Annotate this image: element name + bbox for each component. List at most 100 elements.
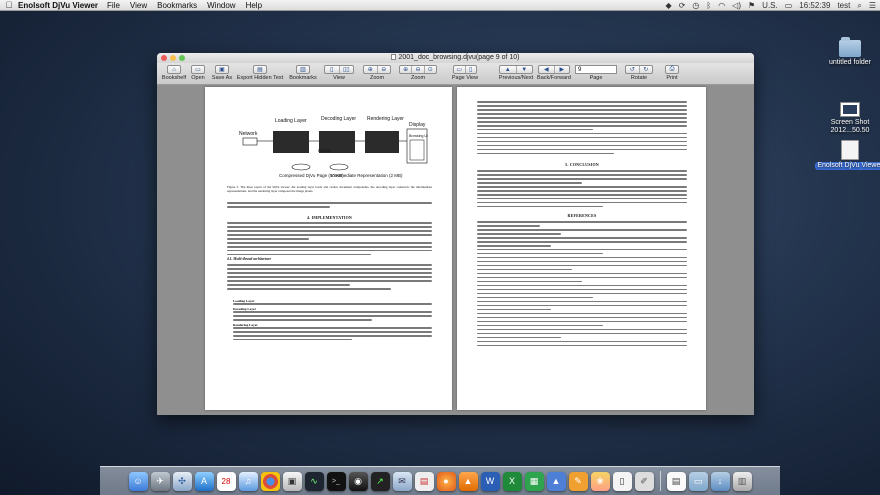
forward-icon[interactable]: ▶ [555,66,570,73]
title-bar[interactable]: 2001_doc_browsing.djvu(page 9 of 10) [157,53,754,63]
stocks-icon[interactable]: ↗ [370,472,390,491]
diagram-intermediate-label: Intermediate Representation (2 MB) [331,173,403,178]
excel-icon[interactable]: X [502,472,522,491]
dvd-icon[interactable]: ◉ [348,472,368,491]
keynote-icon[interactable]: ▲ [546,472,566,491]
finder-icon[interactable]: ☺ [128,472,148,491]
bookmarks-tool[interactable]: ▥ Bookmarks [287,65,319,81]
spotlight-icon[interactable]: ⌕ [857,1,861,11]
flag-icon[interactable]: ⚑ [748,1,755,10]
menu-view[interactable]: View [130,1,147,10]
word-icon[interactable]: W [480,472,500,491]
clock[interactable]: 16:52:39 [799,1,830,10]
bookshelf-icon: ⌂ [172,66,176,73]
document-view[interactable]: Network Loading Layer Decoding Layer Ren… [157,85,754,415]
pages-icon[interactable]: ✎ [568,472,588,491]
page-number-input[interactable]: 9 [575,65,617,74]
window-title: 2001_doc_browsing.djvu(page 9 of 10) [398,54,520,61]
page-view-tool[interactable]: ▭ ▯ Page View [451,65,479,81]
desktop-folder[interactable]: untitled folder [820,37,880,67]
zoom-out-icon[interactable]: ⊖ [378,66,391,73]
photos-icon[interactable]: ❀ [590,472,610,491]
launchpad-icon[interactable]: ✈ [150,472,170,491]
rotate-left-icon[interactable]: ↺ [626,66,640,73]
vlc-icon[interactable]: ▲ [458,472,478,491]
zoom-tool-1[interactable]: ⊕ ⊖ Zoom [361,65,393,81]
pdf-icon[interactable]: ▤ [414,472,434,491]
sync-icon[interactable]: ⟳ [679,1,686,10]
menubar:  Enolsoft DjVu Viewer File View Bookmar… [0,0,880,11]
desktop-folder-label: untitled folder [828,59,872,66]
export-hidden-text-label: Export Hidden Text [236,75,284,81]
djvu-icon[interactable]: ▯ [612,472,632,491]
back-forward-tool[interactable]: ◀ ▶ Back/Forward [535,65,573,81]
page-continuous-icon[interactable]: ▯ [466,66,477,73]
notification-icon[interactable]: ☰ [869,1,876,10]
activity-icon[interactable]: ∿ [304,472,324,491]
app-menu[interactable]: Enolsoft DjVu Viewer [18,1,98,10]
apple-menu-icon[interactable]:  [0,0,18,10]
zoom-button[interactable] [179,55,185,61]
input-source[interactable]: U.S. [762,1,778,10]
menu-help[interactable]: Help [246,1,262,10]
terminal-icon[interactable]: >_ [326,472,346,491]
battery-icon[interactable]: ▭ [785,1,793,10]
next-page-icon[interactable]: ▼ [517,66,533,73]
downloads-icon[interactable]: ↓ [710,472,730,491]
save-as-tool[interactable]: ▣ Save As [210,65,234,81]
previous-next-tool[interactable]: ▲ ▼ Previous/Next [496,65,536,81]
document-icon [391,54,397,60]
page-view-icon[interactable]: ▭ [454,66,466,73]
menu-file[interactable]: File [107,1,120,10]
export-hidden-text-tool[interactable]: ▤ Export Hidden Text [235,65,285,81]
zoom-tool-2[interactable]: ⊕ ⊖ ⊙ Zoom [398,65,438,81]
calendar-icon[interactable]: 28 [216,472,236,491]
bookshelf-tool[interactable]: ⌂ Bookshelf [161,65,187,81]
bluetooth-icon[interactable]: ᛒ [706,1,711,10]
desktop-screenshot[interactable]: Screen Shot 2012...50.50 [820,102,880,135]
view-double-icon[interactable]: ▯▯ [340,66,354,73]
user-menu[interactable]: test [837,1,850,10]
close-button[interactable] [161,55,167,61]
left-bullet-list: Loading Layer Decoding Layer Rendering L… [233,299,432,343]
zoom-label-1: Zoom [369,75,385,81]
view-single-icon[interactable]: ▯ [325,66,340,73]
folder-icon[interactable]: ▭ [688,472,708,491]
trash-icon[interactable]: ▥ [732,472,752,491]
itunes-icon[interactable]: ♫ [238,472,258,491]
wifi-icon[interactable]: ◠ [718,1,725,10]
volume-icon[interactable]: ◁) [732,1,741,10]
rotate-tool[interactable]: ↺ ↻ Rotate [623,65,655,81]
diagram-decoding-label: Decoding Layer [321,116,356,122]
dropbox-icon[interactable]: ◆ [666,1,672,10]
safari-icon[interactable]: ✣ [172,472,192,491]
zoom-width-icon[interactable]: ⊖ [412,66,425,73]
textedit-icon[interactable]: ▤ [666,472,686,491]
chrome-icon[interactable] [260,472,280,491]
print-tool[interactable]: ⎙ Print [661,65,683,81]
page-right: 5. CONCLUSION REFERENCES [457,87,706,410]
screenshot-file-icon [840,102,860,117]
desktop-app[interactable]: Enolsoft DjVu Viewer [812,140,880,170]
menu-window[interactable]: Window [207,1,235,10]
zoom-fit-icon[interactable]: ⊕ [400,66,413,73]
view-tool[interactable]: ▯ ▯▯ View [321,65,357,81]
section-implementation-heading: 4. IMPLEMENTATION [306,215,353,220]
menu-bookmarks[interactable]: Bookmarks [157,1,197,10]
minimize-button[interactable] [170,55,176,61]
timemachine-icon[interactable]: ◷ [692,1,699,10]
previous-page-icon[interactable]: ▲ [500,66,517,73]
open-tool[interactable]: ▭ Open [188,65,208,81]
mail-icon[interactable]: ✉ [392,472,412,491]
zoom-actual-icon[interactable]: ⊙ [425,66,436,73]
appstore-icon[interactable]: A [194,472,214,491]
rotate-right-icon[interactable]: ↻ [640,66,653,73]
right-paragraph-1 [477,101,687,157]
open-label: Open [191,75,205,81]
zoom-in-icon[interactable]: ⊕ [364,66,378,73]
numbers-icon[interactable]: ▦ [524,472,544,491]
script-icon[interactable]: ✐ [634,472,654,491]
preview-icon[interactable]: ▣ [282,472,302,491]
firefox-icon[interactable]: ● [436,472,456,491]
back-icon[interactable]: ◀ [539,66,555,73]
